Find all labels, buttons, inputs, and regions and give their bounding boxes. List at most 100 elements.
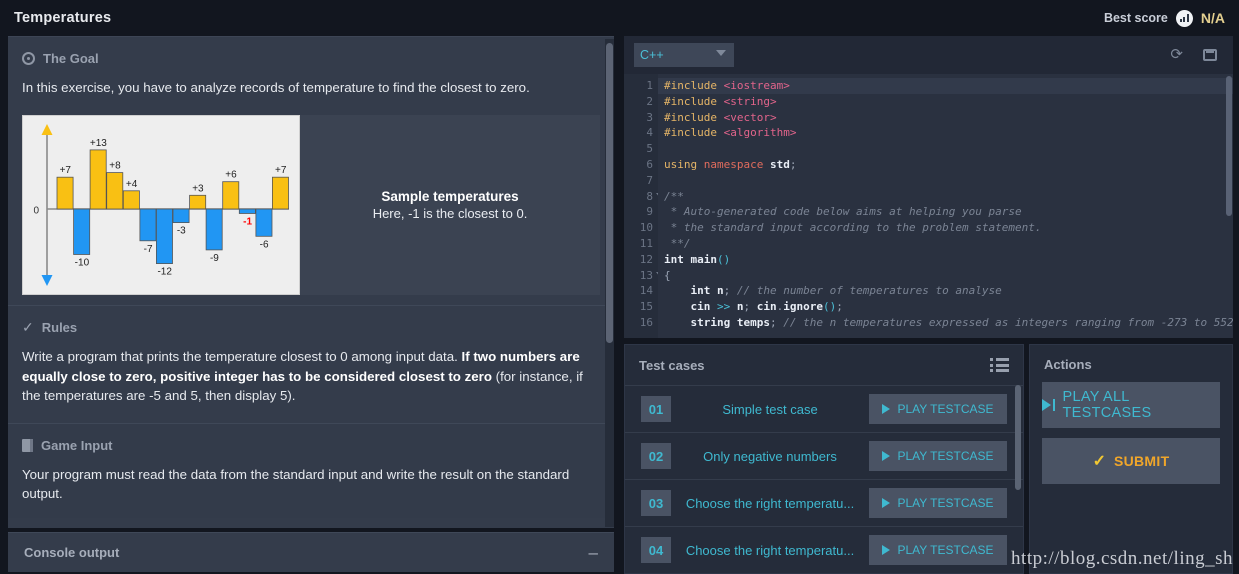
- line-number: 5: [646, 142, 653, 156]
- code-line[interactable]: * the standard input according to the pr…: [658, 220, 1233, 236]
- code-line[interactable]: string temps; // the n temperatures expr…: [658, 315, 1234, 331]
- test-cases-title: Test cases: [639, 357, 705, 373]
- code-line[interactable]: cin >> n; cin.ignore();: [658, 299, 1233, 315]
- code-token: temps: [736, 315, 770, 329]
- line-number: 14: [639, 284, 653, 298]
- line-number: 8: [624, 189, 664, 205]
- code-line[interactable]: * Auto-generated code below aims at help…: [658, 204, 1233, 220]
- code-token: <string>: [723, 94, 777, 108]
- refresh-icon[interactable]: ⟳: [1170, 47, 1183, 62]
- line-number: 4: [646, 126, 653, 140]
- rules-heading: Rules: [41, 320, 78, 336]
- code-token: #include: [664, 126, 724, 140]
- code-token: // the n temperatures expressed as integ…: [783, 315, 1233, 329]
- line-number: 7: [646, 173, 653, 187]
- test-case-number: 04: [641, 537, 671, 563]
- editor-toolbar: C++ ⟳: [624, 36, 1233, 74]
- play-all-icon: [1042, 399, 1055, 411]
- statement-scrollbar[interactable]: [605, 39, 614, 527]
- chart-bar-label: +3: [192, 184, 204, 195]
- line-number: 9: [646, 205, 653, 219]
- code-token: <vector>: [723, 110, 777, 124]
- code-token: #include: [664, 110, 724, 124]
- chart-bar: [189, 195, 207, 210]
- code-line[interactable]: int n; // the number of temperatures to …: [658, 283, 1233, 299]
- chart-zero-label: 0: [33, 206, 39, 217]
- chart-svg: 0 +7 -10 +13 +8 +4 -7 -12 -3 +3 -9 +6 -1 -6 +7: [23, 116, 299, 295]
- line-number: 13: [624, 268, 664, 284]
- chart-bar-label: -7: [144, 244, 153, 255]
- code-line[interactable]: using namespace std;: [658, 157, 1233, 173]
- code-token: <algorithm>: [723, 126, 797, 140]
- code-line[interactable]: **/: [658, 236, 1233, 252]
- play-testcase-button[interactable]: PLAY TESTCASE: [869, 535, 1007, 565]
- play-testcase-button[interactable]: PLAY TESTCASE: [869, 441, 1007, 471]
- chart-bar: [106, 172, 124, 210]
- code-line[interactable]: #include <string>: [658, 94, 1233, 110]
- page-title: Temperatures: [14, 10, 112, 26]
- code-area[interactable]: 1 2 3 4 5 6 7 8 9 10 11 12 13 14 15 16 #include <iostre…: [624, 74, 1233, 338]
- code-line[interactable]: /**: [658, 189, 1233, 205]
- play-all-testcases-button[interactable]: PLAY ALL TESTCASES: [1042, 382, 1220, 428]
- code-token: * the standard input according to the pr…: [664, 221, 1042, 235]
- test-case-name[interactable]: Choose the right temperatu...: [671, 496, 869, 511]
- line-number: 16: [639, 315, 653, 329]
- test-case-name[interactable]: Choose the right temperatu...: [671, 543, 869, 558]
- language-select[interactable]: C++: [634, 43, 734, 67]
- code-line[interactable]: #include <iostream>: [658, 78, 1233, 94]
- chart-bar-label: -9: [210, 253, 219, 264]
- list-icon[interactable]: [990, 358, 1009, 372]
- submit-button[interactable]: ✓ SUBMIT: [1042, 438, 1220, 484]
- test-case-number: 01: [641, 396, 671, 422]
- goal-section-header: The Goal: [8, 37, 614, 68]
- maximize-icon[interactable]: [1203, 49, 1217, 61]
- test-case-row[interactable]: 01 Simple test case PLAY TESTCASE: [625, 385, 1023, 432]
- bottom-right-area: Test cases 01 Simple test case PLAY TESTCA…: [624, 344, 1233, 574]
- code-scrollbar[interactable]: [1226, 76, 1232, 331]
- code-line[interactable]: #include <vector>: [658, 110, 1233, 126]
- language-select-value: C++: [640, 48, 664, 62]
- play-all-testcases-label: PLAY ALL TESTCASES: [1062, 389, 1152, 421]
- chart-bar: [205, 208, 223, 251]
- game-input-section-header: Game Input: [8, 424, 614, 455]
- chart-bar-label: -1: [243, 217, 252, 228]
- test-cases-scrollbar[interactable]: [1015, 385, 1021, 525]
- test-case-number: 02: [641, 443, 671, 469]
- code-token: namespace: [703, 157, 770, 171]
- chart-bar: [238, 208, 256, 215]
- code-line[interactable]: [658, 173, 1233, 189]
- test-case-row[interactable]: 03 Choose the right temperatu... PLAY TEST…: [625, 479, 1023, 526]
- code-scrollbar-thumb[interactable]: [1226, 76, 1232, 216]
- minimize-icon[interactable]: –: [589, 544, 598, 561]
- code-token: string: [690, 315, 737, 329]
- test-case-row[interactable]: 02 Only negative numbers PLAY TESTCASE: [625, 432, 1023, 479]
- test-cases-scrollbar-thumb[interactable]: [1015, 385, 1021, 490]
- play-testcase-button[interactable]: PLAY TESTCASE: [869, 488, 1007, 518]
- play-icon: [882, 451, 891, 461]
- statement-scrollbar-thumb[interactable]: [606, 43, 613, 343]
- chart-bar: [122, 190, 140, 210]
- code-editor-panel: C++ ⟳ 1 2 3 4 5 6 7 8 9 10 11 12 13 14 15 16 #include <…: [624, 36, 1233, 338]
- code-line[interactable]: {: [658, 268, 1233, 284]
- bar-chart-icon: [1175, 9, 1193, 27]
- chart-bar-label: +13: [90, 138, 107, 149]
- best-score: Best score N/A: [1104, 9, 1225, 27]
- code-token: **/: [664, 236, 691, 250]
- chart-bar-label: +4: [126, 179, 138, 190]
- code-token: >>: [717, 300, 737, 314]
- code-content[interactable]: #include <iostream> #include <string> #inc…: [658, 74, 1233, 338]
- code-token: * Auto-generated code below aims at help…: [664, 205, 1022, 219]
- code-line[interactable]: int main(): [658, 252, 1233, 268]
- test-case-name[interactable]: Only negative numbers: [671, 449, 869, 464]
- chart-bar-label: +7: [275, 165, 287, 176]
- play-testcase-button[interactable]: PLAY TESTCASE: [869, 394, 1007, 424]
- console-output-bar[interactable]: Console output –: [8, 532, 614, 572]
- right-column: C++ ⟳ 1 2 3 4 5 6 7 8 9 10 11 12 13 14 15 16 #include <…: [620, 36, 1239, 574]
- game-input-body: Your program must read the data from the…: [22, 467, 570, 502]
- test-case-name[interactable]: Simple test case: [671, 402, 869, 417]
- test-case-row[interactable]: 04 Choose the right temperatu... PLAY TEST…: [625, 526, 1023, 573]
- code-line[interactable]: [658, 141, 1233, 157]
- code-line[interactable]: #include <algorithm>: [658, 125, 1233, 141]
- document-icon: [22, 439, 33, 453]
